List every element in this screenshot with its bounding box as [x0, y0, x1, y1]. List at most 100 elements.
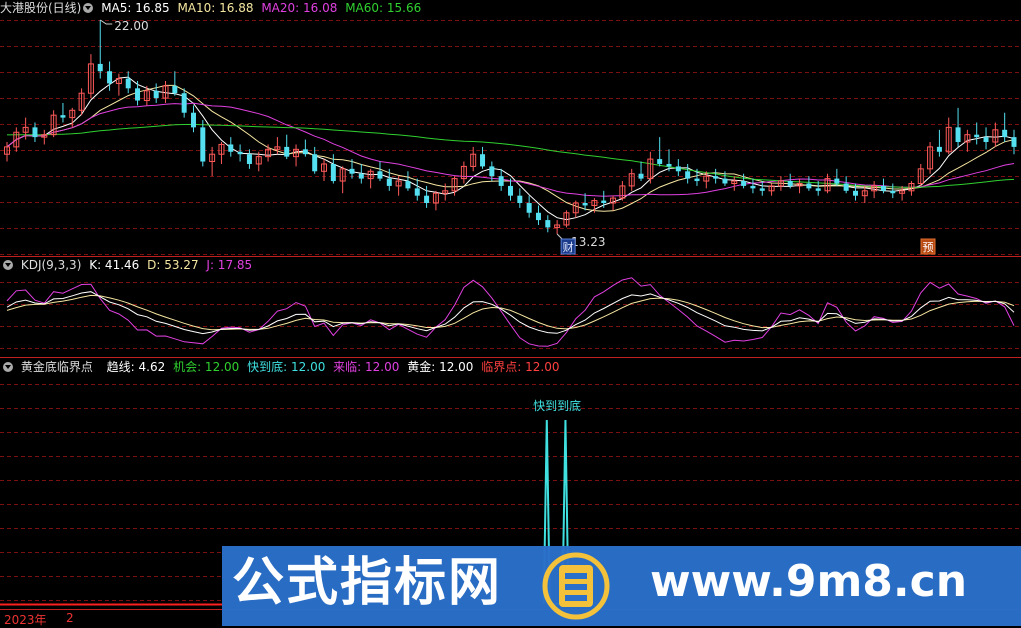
candle-body: [526, 203, 532, 213]
high-price-label: 22.00: [114, 19, 148, 33]
candle: [750, 178, 756, 194]
candle: [526, 195, 532, 218]
candle-body: [414, 188, 420, 196]
coming-label: 来临: 12.00: [333, 360, 400, 374]
candle-body: [675, 166, 681, 172]
candle-body: [302, 149, 308, 155]
candle-body: [1011, 137, 1017, 147]
candle: [13, 127, 20, 152]
annotation-marks: 22.00 13.23财 预快到到底: [99, 19, 936, 413]
dropdown-icon[interactable]: [83, 3, 94, 13]
candle: [424, 185, 430, 208]
candle-body: [32, 127, 38, 138]
candle: [796, 178, 803, 194]
candle-body: [228, 144, 234, 152]
candle: [293, 144, 300, 167]
candle-body: [424, 195, 430, 204]
kdj-j-label: J: 17.85: [206, 258, 253, 272]
ma5-label: MA5: 16.85: [101, 1, 170, 15]
candle: [209, 146, 216, 177]
candlesticks[interactable]: [4, 20, 1017, 234]
candle-body: [666, 163, 672, 167]
earnings-marker: 财: [560, 238, 576, 255]
candle: [498, 168, 504, 191]
candle-body: [312, 154, 318, 172]
candle-body: [601, 200, 607, 204]
earnings-marker-text: 财: [563, 240, 574, 254]
candle: [983, 127, 989, 150]
candle: [190, 105, 196, 133]
candle: [619, 181, 626, 201]
stock-title[interactable]: 大港股份(日线): [0, 1, 81, 15]
candle-body: [880, 185, 886, 191]
candle: [200, 120, 206, 167]
candle: [834, 168, 840, 186]
candle: [367, 168, 374, 189]
candle-body: [843, 183, 849, 191]
candle-body: [741, 181, 747, 186]
candle-body: [405, 181, 411, 189]
indicator-legend: 黄金底临界点 趋线: 4.62 机会: 12.00 快到底: 12.00 来临:…: [0, 359, 563, 375]
candle-body: [60, 115, 66, 118]
candle-body: [330, 163, 336, 182]
stock-chart[interactable]: 22.00 13.23财 预快到到底: [0, 0, 1021, 626]
candle-body: [200, 127, 206, 162]
candle: [843, 176, 849, 194]
candle: [432, 190, 439, 211]
ma20-label: MA20: 16.08: [261, 1, 338, 15]
candle-body: [685, 171, 691, 179]
candle-body: [508, 185, 513, 196]
candle: [358, 163, 364, 184]
candle: [964, 129, 971, 152]
candle-body: [358, 173, 364, 179]
candle: [685, 163, 691, 184]
candle: [181, 88, 187, 118]
candle-body: [787, 181, 793, 186]
candle: [125, 71, 131, 94]
candle: [731, 176, 738, 191]
kdj-legend: KDJ(9,3,3) K: 41.46 D: 53.27 J: 17.85: [0, 257, 256, 273]
candle-body: [97, 63, 103, 72]
candle: [377, 161, 383, 182]
forecast-marker-text: 预: [923, 241, 934, 254]
candle: [87, 54, 94, 99]
candle-body: [480, 154, 486, 167]
chance-label: 机会: 12.00: [173, 360, 240, 374]
candle-body: [386, 178, 392, 186]
critical-label: 临界点: 12.00: [481, 360, 560, 374]
kdj-title[interactable]: KDJ(9,3,3): [21, 258, 82, 272]
candle: [107, 61, 113, 91]
candle: [936, 129, 942, 157]
candle: [246, 149, 252, 169]
candle-body: [349, 168, 355, 174]
candle-body: [750, 185, 756, 189]
ma60-label: MA60: 15.66: [345, 1, 422, 15]
candle-body: [890, 190, 896, 194]
candle: [917, 163, 924, 186]
indicator-title[interactable]: 黄金底临界点: [21, 360, 93, 374]
gold-label: 黄金: 12.00: [407, 360, 474, 374]
kdj-lines: [6, 277, 1015, 347]
candle: [1002, 112, 1008, 143]
candle: [554, 220, 561, 234]
candle: [414, 178, 420, 201]
candle: [32, 122, 38, 143]
date-axis-year: 2023年: [4, 613, 47, 627]
candle: [768, 183, 775, 196]
candle: [339, 166, 346, 194]
candle: [321, 159, 328, 182]
candle-body: [713, 176, 719, 179]
ma10-label: MA10: 16.88: [177, 1, 254, 15]
date-axis-month: 2: [66, 611, 74, 625]
candle: [899, 185, 906, 201]
candle: [992, 122, 999, 147]
candle-body: [852, 190, 858, 196]
candle: [460, 161, 467, 184]
candle: [545, 215, 551, 233]
candle: [657, 137, 663, 167]
candle: [610, 195, 617, 211]
dropdown-icon[interactable]: [3, 260, 13, 270]
dropdown-icon[interactable]: [3, 362, 13, 372]
candle-body: [246, 154, 252, 164]
watermark-text: 公式指标网: [232, 553, 503, 613]
